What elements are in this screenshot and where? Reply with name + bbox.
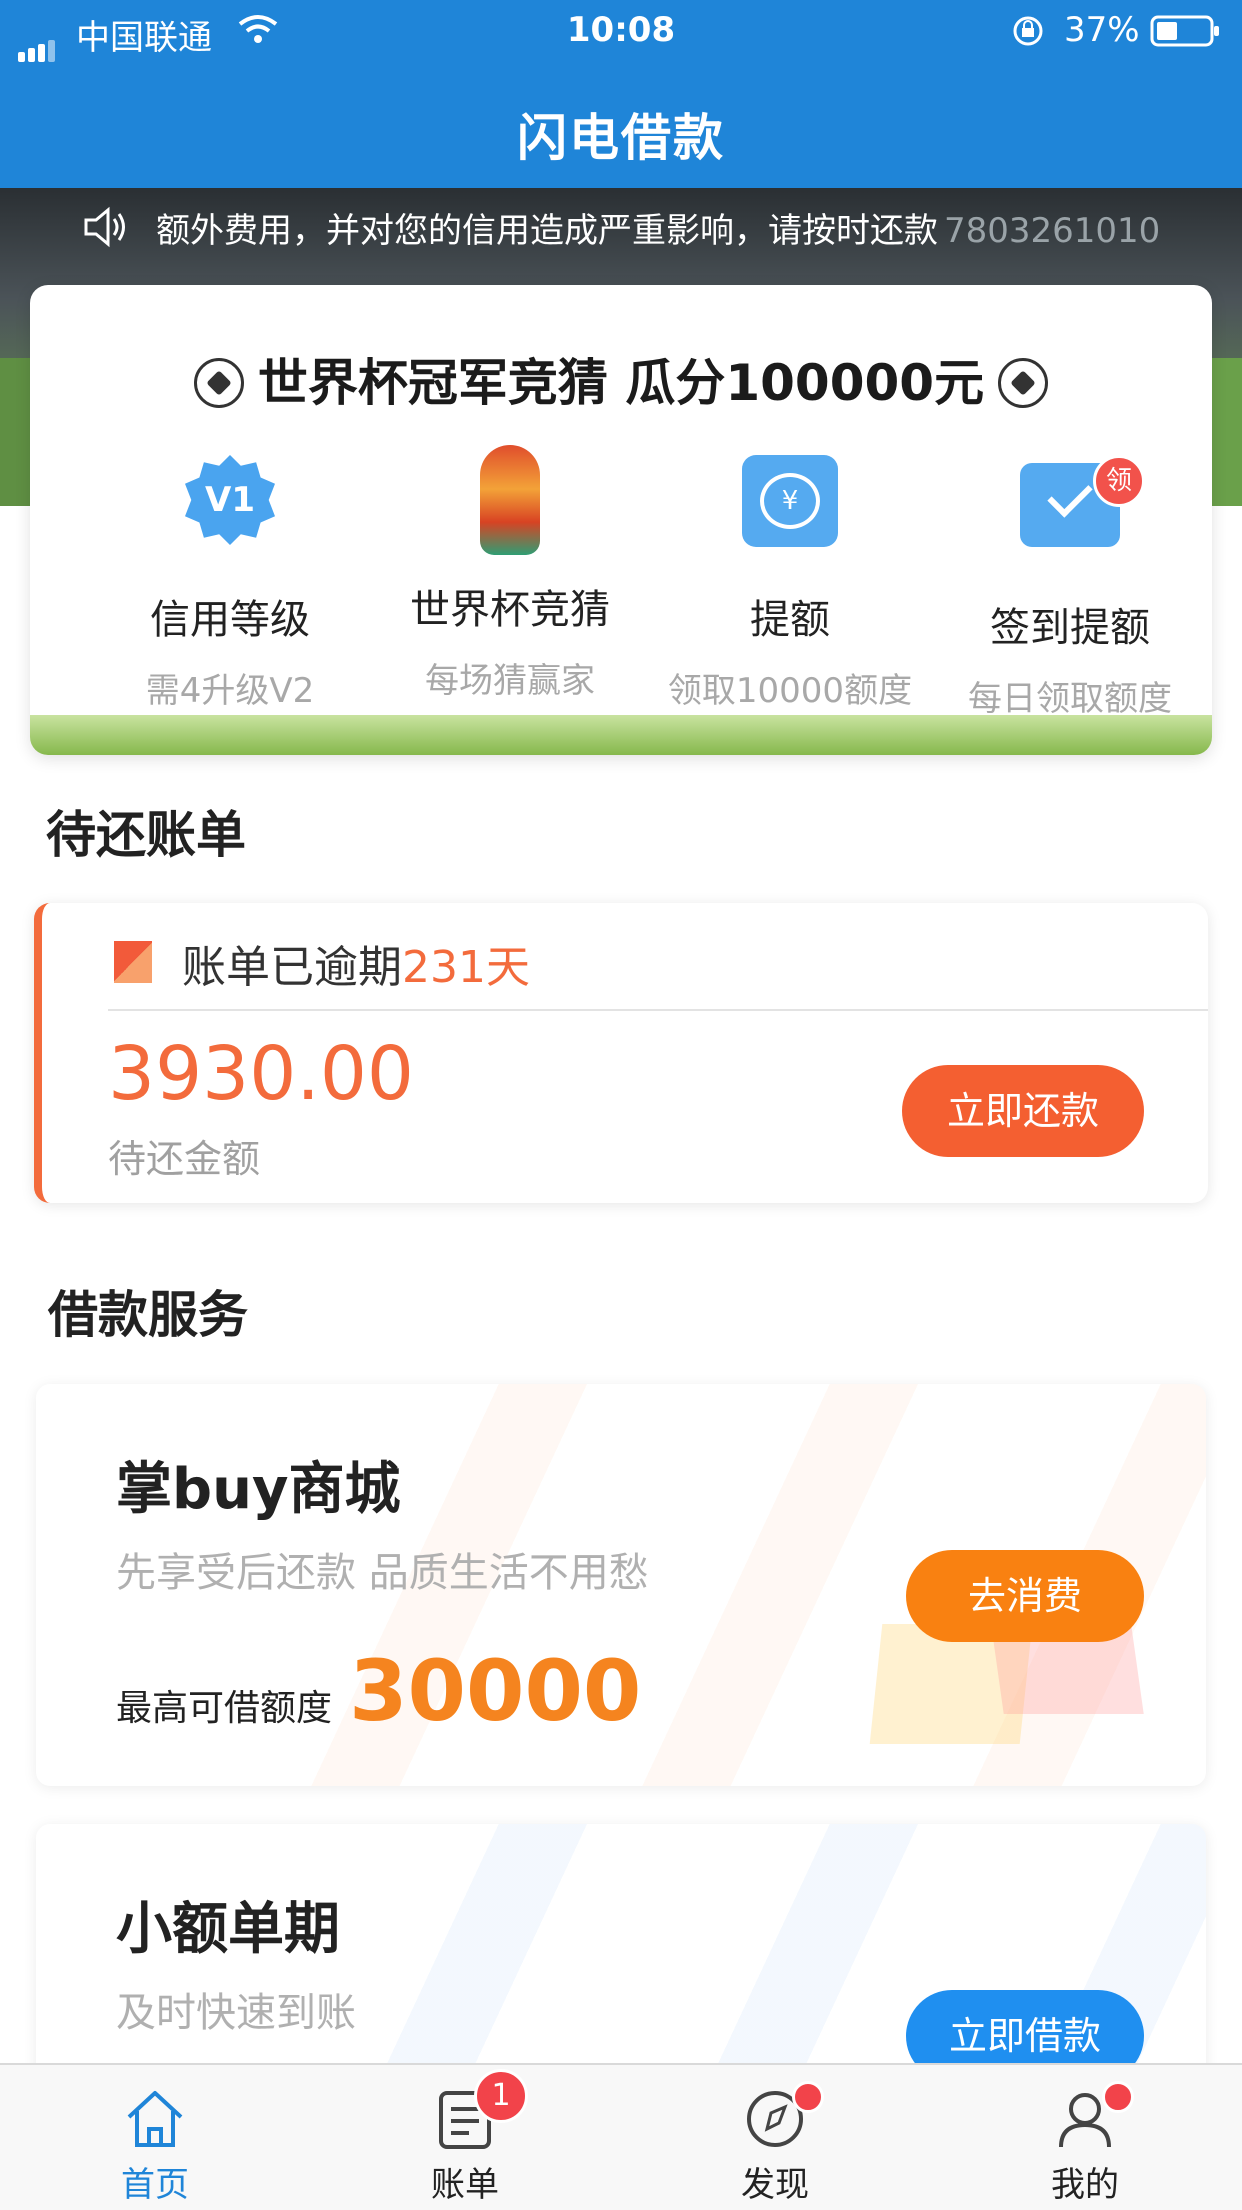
world-cup-promo-card[interactable]: 世界杯冠军竞猜 瓜分100000元 V1 信用等级 需4升级V2 世界杯竞猜 每… <box>30 285 1212 755</box>
tab-label: 账单 <box>431 2165 499 2205</box>
v1-badge-icon: V1 <box>175 455 285 565</box>
feature-subtitle: 领取10000额度 <box>667 671 913 711</box>
tab-label: 首页 <box>121 2165 189 2205</box>
clock: 10:08 <box>566 10 676 50</box>
tab-bar: 首页 1 账单 发现 我的 <box>0 2063 1242 2210</box>
grass-decoration <box>30 715 1212 755</box>
feature-credit-level[interactable]: V1 信用等级 需4升级V2 <box>90 445 370 712</box>
bill-flag-icon <box>114 941 152 983</box>
tab-bills[interactable]: 1 账单 <box>310 2065 620 2210</box>
section-title-loan-services: 借款服务 <box>48 1286 248 1344</box>
bill-amount-label: 待还金额 <box>108 1137 261 1181</box>
trophy-icon <box>455 445 565 555</box>
rotation-lock-icon <box>1013 16 1043 46</box>
divider <box>108 1009 1208 1011</box>
feature-label: 签到提额 <box>990 605 1150 651</box>
feature-subtitle: 每日领取额度 <box>968 679 1172 719</box>
notification-dot <box>792 2081 824 2113</box>
tab-discover[interactable]: 发现 <box>620 2065 930 2210</box>
service-title: 小额单期 <box>116 1897 340 1962</box>
promo-title: 世界杯冠军竞猜 瓜分100000元 <box>30 343 1212 415</box>
tab-mine[interactable]: 我的 <box>930 2065 1240 2210</box>
page-title: 闪电借款 <box>517 109 725 167</box>
home-icon <box>127 2091 183 2147</box>
service-subtitle: 先享受后还款 品质生活不用愁 <box>116 1550 649 1596</box>
bill-status: 账单已逾期231天 <box>182 931 530 995</box>
feature-checkin[interactable]: 领 签到提额 每日领取额度 <box>930 445 1210 720</box>
tab-label: 发现 <box>741 2165 809 2205</box>
bill-count-badge: 1 <box>474 2069 528 2123</box>
feature-subtitle: 每场猜赢家 <box>425 661 595 701</box>
speaker-icon <box>84 206 125 248</box>
limit-label: 最高可借额度 <box>116 1688 333 1729</box>
limit-value: 30000 <box>349 1642 642 1740</box>
claim-badge: 领 <box>1093 455 1145 507</box>
status-bar: 中国联通 10:08 37% <box>0 0 1242 62</box>
service-title: 掌buy商城 <box>116 1457 401 1522</box>
notification-dot <box>1102 2081 1134 2113</box>
soccer-ball-icon <box>998 357 1049 408</box>
overdue-days: 231天 <box>402 942 530 993</box>
feature-label: 提额 <box>750 597 830 643</box>
service-limit: 最高可借额度 30000 <box>116 1642 641 1740</box>
calendar-check-icon: 领 <box>1015 455 1145 573</box>
service-subtitle: 及时快速到账 <box>116 1990 356 2036</box>
yuan-refresh-icon: ¥ <box>735 455 845 565</box>
feature-subtitle: 需4升级V2 <box>145 671 315 711</box>
bill-amount: 3930.00 <box>108 1031 415 1117</box>
feature-raise-limit[interactable]: ¥ 提额 领取10000额度 <box>650 445 930 712</box>
feature-label: 信用等级 <box>150 597 310 643</box>
notice-text: 额外费用，并对您的信用造成严重影响，请按时还款 <box>156 211 938 251</box>
pending-bill-card[interactable]: 账单已逾期231天 3930.00 待还金额 立即还款 <box>34 903 1208 1203</box>
feature-label: 世界杯竞猜 <box>410 587 610 633</box>
battery-percent: 37% <box>1064 10 1140 50</box>
tab-label: 我的 <box>1051 2165 1119 2205</box>
promo-title-text: 世界杯冠军竞猜 瓜分100000元 <box>257 354 985 412</box>
section-title-pending-bills: 待还账单 <box>46 806 246 864</box>
soccer-ball-icon <box>193 357 244 408</box>
repay-now-button[interactable]: 立即还款 <box>902 1065 1144 1157</box>
feature-world-cup-guess[interactable]: 世界杯竞猜 每场猜赢家 <box>370 445 650 702</box>
tab-home[interactable]: 首页 <box>0 2065 310 2210</box>
notice-number: 7803261010 <box>944 211 1161 251</box>
service-card-mall[interactable]: 掌buy商城 先享受后还款 品质生活不用愁 最高可借额度 30000 去消费 <box>36 1384 1206 1786</box>
bill-status-text: 账单已逾期 <box>182 942 402 993</box>
battery-icon <box>1150 15 1219 47</box>
go-shopping-button[interactable]: 去消费 <box>906 1550 1144 1642</box>
notice-marquee[interactable]: 额外费用，并对您的信用造成严重影响，请按时还款 7803261010 <box>156 203 1242 252</box>
